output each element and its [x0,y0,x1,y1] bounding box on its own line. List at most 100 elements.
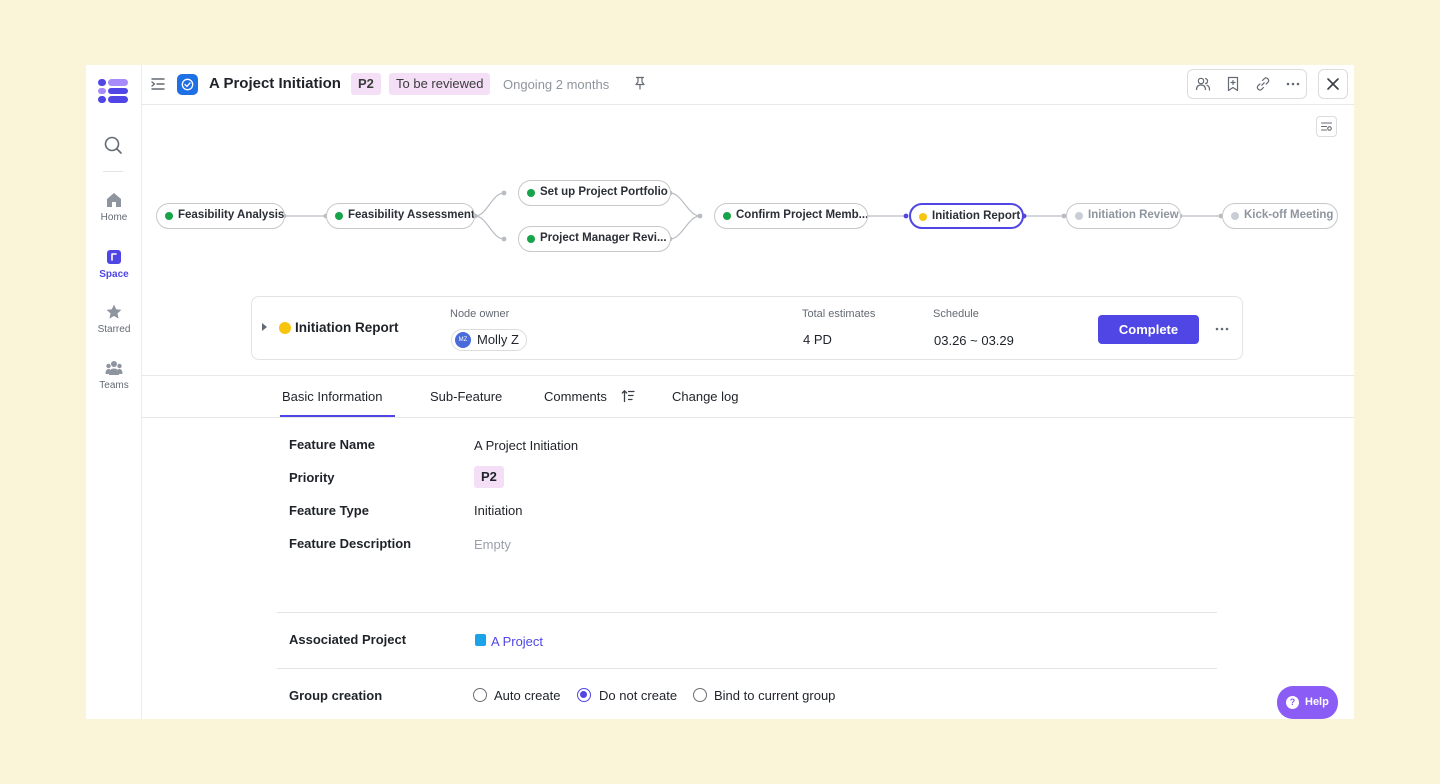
priority-label: Priority [289,470,335,485]
tab-change-log[interactable]: Change log [672,389,739,404]
tab-comments[interactable]: Comments [544,389,607,404]
owner-label: Node owner [450,308,510,320]
feature-description-value[interactable]: Empty [474,537,511,552]
home-icon [107,193,121,207]
radio-do-not-create[interactable] [577,688,591,702]
group-creation-label: Group creation [289,688,383,703]
node-status-dot [279,322,291,334]
sidebar-item-label: Space [99,269,129,280]
priority-badge[interactable]: P2 [351,73,381,95]
status-dot [527,189,535,197]
estimate-label: Total estimates [802,308,876,320]
section-divider [277,612,1217,613]
feature-name-value[interactable]: A Project Initiation [474,438,578,453]
feature-type-label: Feature Type [289,503,369,518]
owner-name: Molly Z [477,332,519,347]
sidebar-item-label: Teams [99,380,129,391]
associated-project-link[interactable]: A Project [491,634,543,649]
feature-description-label: Feature Description [289,536,412,551]
help-button[interactable]: ? Help [1277,686,1338,719]
rail-divider [103,171,123,172]
workflow-node[interactable]: Project Manager Revi... [518,226,671,252]
status-dot [1231,212,1239,220]
radio-label[interactable]: Do not create [599,688,677,703]
link-icon[interactable] [1255,76,1271,92]
sidebar-item-home[interactable]: Home [86,191,142,223]
feature-type-value[interactable]: Initiation [474,503,522,518]
ongoing-duration: Ongoing 2 months [503,77,610,92]
left-rail: Home Space Starred Teams [86,65,142,719]
more-icon[interactable] [1214,321,1230,337]
tab-sub-feature[interactable]: Sub-Feature [430,389,502,404]
star-icon [106,304,122,319]
tab-basic-information[interactable]: Basic Information [282,389,382,404]
workflow-node-label: Initiation Review [1088,209,1179,221]
radio-label[interactable]: Bind to current group [714,688,835,703]
collapse-panel-icon[interactable] [150,76,166,92]
status-dot [527,235,535,243]
project-icon [475,634,486,646]
detail-header: A Project Initiation P2 To be reviewed O… [142,65,1354,105]
close-icon [1327,78,1339,90]
workflow-node-label: Kick-off Meeting [1244,209,1334,221]
more-icon[interactable] [1285,76,1301,92]
radio-auto-create[interactable] [473,688,487,702]
schedule-label: Schedule [933,308,979,320]
app-window: Home Space Starred Teams A Project Initi… [86,65,1354,719]
expand-caret-icon[interactable] [262,323,267,331]
workflow-node-label: Project Manager Revi... [540,232,667,244]
node-summary-card: Initiation Report Node owner MZ Molly Z … [251,296,1243,360]
workflow-node-label: Feasibility Assessment [348,209,475,221]
detail-tabs: Basic Information Sub-Feature Comments C… [142,375,1354,418]
status-dot [335,212,343,220]
workflow-node[interactable]: Feasibility Assessment [326,203,475,229]
search-icon[interactable] [103,135,123,155]
complete-button[interactable]: Complete [1098,315,1199,344]
settings-sliders-icon [1320,122,1333,131]
header-toolbar [1187,69,1307,99]
owner-chip[interactable]: MZ Molly Z [451,329,527,351]
workflow-node-label: Feasibility Analysis [178,209,285,221]
priority-tag[interactable]: P2 [474,466,504,488]
workflow-node[interactable]: Set up Project Portfolio [518,180,671,206]
sidebar-item-label: Home [100,212,128,223]
status-dot [723,212,731,220]
sort-icon[interactable] [621,389,635,403]
workflow-node[interactable]: Confirm Project Memb... [714,203,868,229]
help-label: Help [1305,696,1329,708]
workflow-node-current[interactable]: Initiation Report [909,203,1024,229]
close-button[interactable] [1318,69,1348,99]
workflow-node[interactable]: Feasibility Analysis [156,203,285,229]
members-icon[interactable] [1195,76,1211,92]
status-dot [919,213,927,221]
section-divider [277,668,1217,669]
teams-icon [105,361,123,375]
bookmark-add-icon[interactable] [1225,76,1241,92]
active-tab-indicator [280,415,395,417]
workflow-node[interactable]: Initiation Review [1066,203,1181,229]
page-title: A Project Initiation [209,75,341,92]
workflow-node-label: Initiation Report [932,210,1021,222]
sidebar-item-label: Starred [97,324,131,335]
radio-label[interactable]: Auto create [494,688,561,703]
sidebar-item-space[interactable]: Space [86,248,142,280]
workflow-node[interactable]: Kick-off Meeting [1222,203,1338,229]
pin-icon[interactable] [633,76,647,90]
space-icon [107,250,121,264]
status-badge[interactable]: To be reviewed [389,73,491,95]
sidebar-item-starred[interactable]: Starred [86,303,142,335]
sidebar-item-teams[interactable]: Teams [86,359,142,391]
feature-name-label: Feature Name [289,437,375,452]
estimate-value[interactable]: 4 PD [803,332,832,347]
status-dot [165,212,173,220]
node-title: Initiation Report [295,320,399,335]
feature-type-icon [177,74,198,95]
schedule-value[interactable]: 03.26 ~ 03.29 [934,333,1014,348]
avatar: MZ [455,332,471,348]
workflow-settings-button[interactable] [1316,116,1337,137]
question-icon: ? [1286,696,1299,709]
associated-project-label: Associated Project [289,632,407,647]
radio-bind-current-group[interactable] [693,688,707,702]
workflow-node-label: Confirm Project Memb... [736,209,868,221]
app-logo[interactable] [98,79,128,103]
